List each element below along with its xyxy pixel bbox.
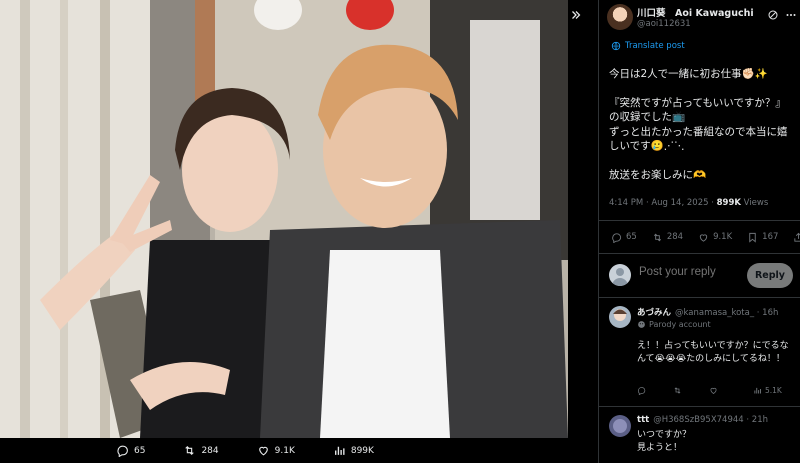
collapse-panel-button[interactable] [568, 0, 584, 30]
viewer-like-count: 9.1K [274, 445, 295, 456]
reply-repost-action[interactable] [673, 386, 685, 395]
reply-author-handle: @H368SzB95X74944 · 21h [653, 415, 768, 425]
reply-reply-action[interactable] [637, 386, 649, 395]
viewer-views-stat[interactable]: 899K [333, 444, 374, 457]
post-header: 川口葵 Aoi Kawaguchi @aoi112631 [599, 0, 800, 36]
viewer-repost-stat[interactable]: 284 [183, 444, 219, 457]
views-icon [754, 387, 761, 394]
mask-icon [638, 321, 645, 328]
post-views-label: Views [740, 198, 769, 208]
post-detail-panel: 川口葵 Aoi Kawaguchi @aoi112631 Translate p… [598, 0, 800, 463]
reply-author-handle: @kanamasa_kota_ · 16h [675, 308, 779, 318]
like-icon [710, 387, 717, 394]
media-viewer: 65 284 9.1K 899K [0, 0, 568, 463]
viewer-reply-count: 65 [134, 445, 146, 456]
post-text: 今日は2人で一緒に初お仕事✊🏻✨ 『突然ですが占ってもいいですか？』 の収録でし… [609, 67, 795, 196]
reply-count: 65 [626, 232, 637, 242]
post-views-count: 899K [716, 198, 741, 208]
repost-action[interactable]: 284 [652, 232, 683, 243]
post-photo[interactable] [0, 0, 568, 438]
like-icon [698, 232, 709, 243]
viewer-views-count: 899K [350, 445, 374, 456]
reply-text: え！！占ってもいいですか？にでるなんて😭😭😭たのしみにしてるね！！ [637, 341, 789, 364]
reply-avatar[interactable] [609, 306, 631, 328]
like-action[interactable]: 9.1K [698, 232, 732, 243]
viewer-like-stat[interactable]: 9.1K [257, 444, 295, 457]
post-line-5: 放送をお楽しみに🫶 [609, 168, 707, 181]
reply-item[interactable]: ttt @H368SzB95X74944 · 21h いつですか？ 見ようと！ [599, 406, 800, 463]
share-action[interactable] [793, 232, 800, 243]
like-icon [257, 444, 270, 457]
repost-icon [652, 232, 663, 243]
reply-item[interactable]: あづみん @kanamasa_kota_ · 16h Parody account… [599, 298, 800, 408]
post-action-bar: 65 284 9.1K 167 [599, 220, 800, 254]
translate-label: Translate post [625, 41, 685, 51]
globe-icon [611, 41, 621, 51]
reply-like-action[interactable] [709, 386, 721, 395]
bookmark-count: 167 [762, 232, 779, 242]
reply-action-bar: 5.1K [637, 386, 797, 395]
repost-count: 284 [666, 232, 684, 242]
reply-input[interactable] [639, 266, 739, 278]
post-line-1: 今日は2人で一緒に初お仕事✊🏻✨ [609, 68, 768, 80]
like-count: 9.1K [713, 232, 733, 242]
reply-author[interactable]: あづみん @kanamasa_kota_ · 16h [637, 306, 778, 318]
translate-post-link[interactable]: Translate post [611, 41, 685, 51]
reply-icon [637, 387, 646, 395]
post-timestamp[interactable]: 4:14 PM · Aug 14, 2025 · [609, 198, 717, 208]
reply-composer: Reply [599, 254, 800, 298]
reply-views-count: 5.1K [765, 386, 782, 395]
parody-badge: Parody account [637, 320, 711, 329]
my-avatar [609, 264, 631, 286]
reply-icon [116, 444, 129, 457]
views-icon [333, 444, 346, 457]
post-meta: 4:14 PM · Aug 14, 2025 · 899K Views [609, 198, 768, 208]
photo-image [0, 0, 568, 438]
author-display-name[interactable]: 川口葵 Aoi Kawaguchi [637, 5, 754, 19]
author-handle[interactable]: @aoi112631 [637, 19, 691, 29]
repost-icon [674, 387, 681, 394]
parody-label: Parody account [649, 320, 711, 329]
author-avatar[interactable] [607, 4, 633, 30]
repost-icon [183, 444, 196, 457]
reply-avatar[interactable] [609, 415, 631, 437]
double-chevron-right-icon [572, 11, 581, 19]
bookmark-icon [747, 232, 758, 243]
reply-views-action[interactable]: 5.1K [753, 386, 782, 395]
viewer-repost-count: 284 [201, 445, 219, 456]
share-icon [793, 232, 800, 243]
reply-author-name: あづみん [637, 308, 672, 318]
post-line-2: 『突然ですが占ってもいいですか？』 [609, 96, 786, 109]
grok-icon[interactable] [767, 6, 779, 20]
reply-button[interactable]: Reply [747, 263, 793, 288]
reply-text: いつですか？ 見ようと！ [637, 430, 692, 453]
reply-author-name: ttt [637, 415, 650, 425]
reply-action[interactable]: 65 [611, 232, 637, 243]
viewer-reply-stat[interactable]: 65 [116, 444, 145, 457]
post-line-4: ずっと出たかった番組なので本当に嬉しいです🥲⋰⋱ [609, 125, 788, 153]
post-line-3: の収録でした📺 [609, 111, 686, 123]
media-action-bar: 65 284 9.1K 899K [0, 438, 568, 463]
reply-icon [611, 232, 622, 243]
more-options-icon[interactable] [785, 6, 797, 18]
reply-author[interactable]: ttt @H368SzB95X74944 · 21h [637, 415, 768, 425]
bookmark-action[interactable]: 167 [747, 232, 778, 243]
